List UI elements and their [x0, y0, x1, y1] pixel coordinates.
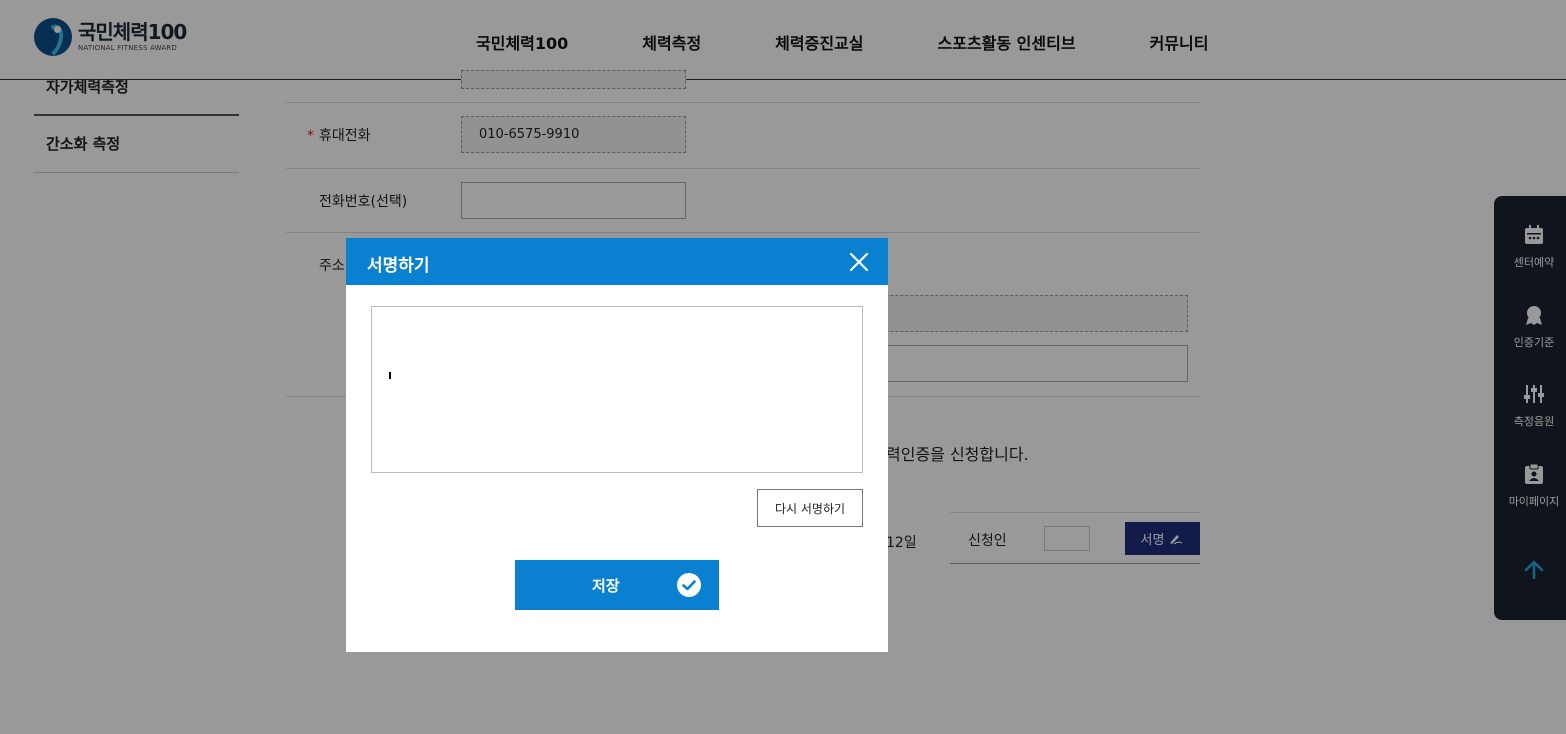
check-circle-icon [677, 573, 701, 597]
save-button[interactable]: 저장 [515, 560, 719, 610]
signature-stroke [389, 372, 391, 379]
resign-button[interactable]: 다시 서명하기 [757, 489, 863, 527]
modal-title: 서명하기 [367, 256, 430, 276]
save-button-label: 저장 [592, 577, 620, 595]
signature-pad[interactable] [371, 306, 863, 473]
modal-header: 서명하기 [346, 238, 888, 285]
signature-modal: 서명하기 다시 서명하기 저장 [346, 238, 888, 652]
close-icon[interactable] [848, 251, 870, 273]
